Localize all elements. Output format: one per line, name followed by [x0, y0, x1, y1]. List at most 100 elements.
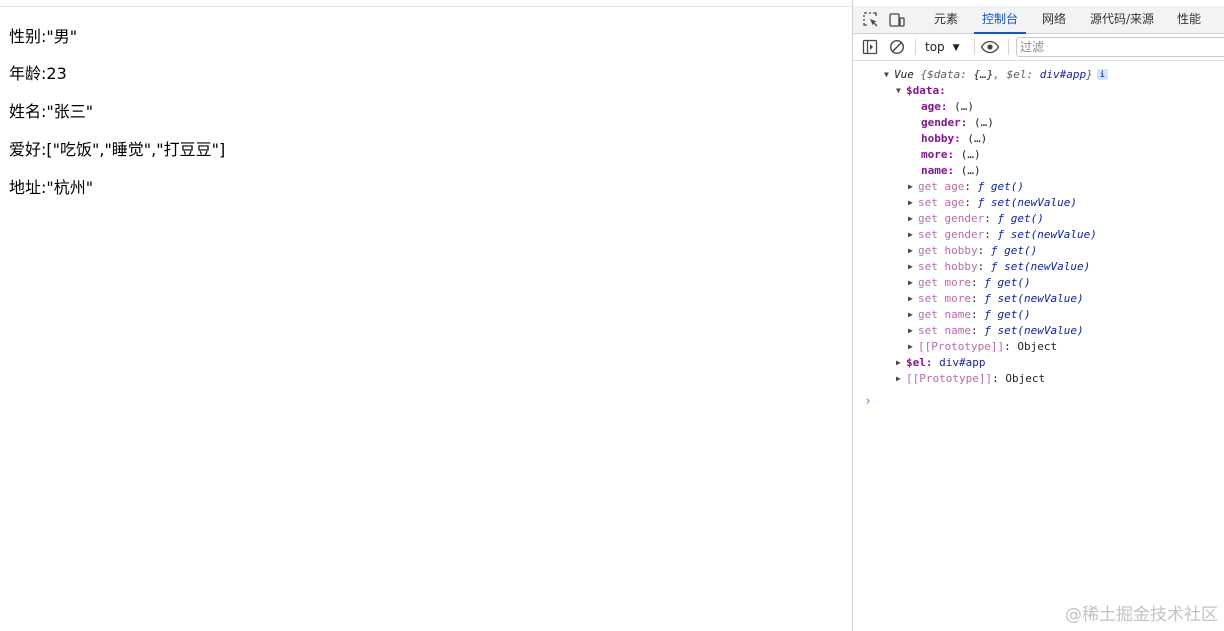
tab-sources[interactable]: 源代码/来源 — [1090, 6, 1154, 33]
property-row[interactable]: age: (…) — [921, 99, 974, 115]
expand-triangle-icon[interactable]: ▶ — [896, 371, 906, 387]
property-colon: : — [940, 100, 955, 113]
accessor-row[interactable]: ▶ set age: ƒ set(newValue) — [908, 195, 1077, 211]
accessor-colon: : — [970, 324, 985, 337]
summary-comma: , — [993, 68, 1007, 81]
context-selector[interactable]: top ▼ — [925, 38, 960, 56]
live-expression-eye-icon[interactable] — [980, 38, 1000, 56]
context-label: top — [925, 40, 945, 54]
function-signature: set(newValue) — [990, 196, 1077, 209]
accessor-row[interactable]: ▶ set more: ƒ set(newValue) — [908, 291, 1084, 307]
accessor-row[interactable]: ▶ get gender: ƒ get() — [908, 211, 1044, 227]
property-row[interactable]: more: (…) — [921, 147, 981, 163]
property-value: Object — [1005, 372, 1046, 385]
summary-brace: } — [1086, 68, 1093, 81]
property-key: hobby — [921, 132, 955, 145]
property-row[interactable]: hobby: (…) — [921, 131, 987, 147]
function-signature: get() — [1004, 244, 1038, 257]
lazy-value[interactable]: (…) — [954, 100, 974, 113]
summary-key: $el — [1006, 68, 1027, 81]
property-colon: : — [1004, 340, 1018, 353]
function-marker: ƒ — [984, 324, 991, 337]
console-prompt-icon[interactable]: › — [864, 394, 872, 409]
tab-performance[interactable]: 性能 — [1177, 6, 1201, 33]
expand-triangle-icon[interactable]: ▶ — [908, 211, 918, 227]
expand-triangle-icon[interactable]: ▼ — [884, 67, 894, 83]
expand-triangle-icon[interactable]: ▶ — [908, 291, 918, 307]
accessor-colon: : — [977, 260, 991, 273]
function-marker: ƒ — [984, 276, 991, 289]
property-colon: : — [947, 164, 961, 177]
tab-elements[interactable]: 元素 — [934, 6, 958, 33]
property-key: name — [921, 164, 948, 177]
lazy-value[interactable]: (…) — [967, 132, 987, 145]
expand-triangle-icon[interactable]: ▼ — [896, 83, 906, 99]
expand-triangle-icon[interactable]: ▶ — [908, 307, 918, 323]
data-prototype-row[interactable]: ▶ [[Prototype]]: Object — [908, 339, 1057, 355]
property-row[interactable]: name: (…) — [921, 163, 981, 179]
accessor-row[interactable]: ▶ get hobby: ƒ get() — [908, 243, 1037, 259]
accessor-row[interactable]: ▶ get name: ƒ get() — [908, 307, 1031, 323]
accessor-row[interactable]: ▶ get more: ƒ get() — [908, 275, 1031, 291]
accessor-colon: : — [970, 276, 985, 289]
toolbar-divider — [974, 39, 975, 55]
accessor-colon: : — [984, 212, 998, 225]
expand-triangle-icon[interactable]: ▶ — [908, 275, 918, 291]
expand-triangle-icon[interactable]: ▶ — [908, 195, 918, 211]
lazy-value[interactable]: (…) — [961, 148, 981, 161]
expand-triangle-icon[interactable]: ▶ — [908, 179, 918, 195]
property-value: Object — [1017, 340, 1058, 353]
clear-console-icon[interactable] — [888, 38, 906, 56]
accessor-label: set more — [918, 292, 971, 305]
object-class-name: Vue — [894, 68, 914, 81]
toolbar-divider — [915, 39, 916, 55]
gender-line: 性别:"男" — [9, 27, 78, 46]
function-signature: get() — [990, 180, 1024, 193]
expand-triangle-icon[interactable]: ▶ — [908, 227, 918, 243]
property-colon: : — [992, 372, 1006, 385]
hobby-line: 爱好:["吃饭","睡觉","打豆豆"] — [9, 140, 226, 159]
accessor-row[interactable]: ▶ set gender: ƒ set(newValue) — [908, 227, 1097, 243]
accessor-row[interactable]: ▶ set hobby: ƒ set(newValue) — [908, 259, 1090, 275]
data-row[interactable]: ▼ $data: — [896, 83, 946, 99]
property-key: $el — [906, 356, 926, 369]
root-prototype-row[interactable]: ▶ [[Prototype]]: Object — [896, 371, 1045, 387]
device-toolbar-icon[interactable] — [888, 11, 906, 29]
property-key: $data — [906, 84, 940, 97]
vue-object-row[interactable]: ▼ Vue {$data: {…}, $el: div#app} i — [884, 67, 1108, 83]
filter-input[interactable] — [1016, 37, 1224, 57]
devtools-panel: 元素 控制台 网络 源代码/来源 性能 top ▼ 过滤 ▼ Vue {$dat… — [852, 0, 1224, 631]
accessor-label: set hobby — [918, 260, 978, 273]
accessor-row[interactable]: ▶ set name: ƒ set(newValue) — [908, 323, 1084, 339]
accessor-colon: : — [970, 292, 985, 305]
property-key: more — [921, 148, 948, 161]
tab-console[interactable]: 控制台 — [973, 6, 1027, 34]
property-row[interactable]: gender: (…) — [921, 115, 994, 131]
accessor-colon: : — [977, 244, 991, 257]
accessor-label: set gender — [918, 228, 985, 241]
expand-triangle-icon[interactable]: ▶ — [908, 243, 918, 259]
info-icon[interactable]: i — [1096, 69, 1108, 80]
property-key: [[Prototype]] — [918, 340, 1005, 353]
accessor-row[interactable]: ▶ get age: ƒ get() — [908, 179, 1024, 195]
toolbar-divider — [1008, 39, 1009, 55]
expand-triangle-icon[interactable]: ▶ — [908, 339, 918, 355]
function-marker: ƒ — [984, 308, 991, 321]
function-signature: set(newValue) — [997, 324, 1084, 337]
accessor-colon: : — [984, 228, 998, 241]
expand-triangle-icon[interactable]: ▶ — [896, 355, 906, 371]
tab-network[interactable]: 网络 — [1042, 6, 1066, 33]
expand-triangle-icon[interactable]: ▶ — [908, 323, 918, 339]
dropdown-arrow-icon: ▼ — [952, 43, 960, 53]
el-row[interactable]: ▶ $el: div#app — [896, 355, 985, 371]
inspect-element-icon[interactable] — [862, 11, 880, 29]
devtools-tab-bar: 元素 控制台 网络 源代码/来源 性能 — [853, 6, 1224, 34]
accessor-colon: : — [964, 180, 978, 193]
lazy-value[interactable]: (…) — [961, 164, 981, 177]
expand-triangle-icon[interactable]: ▶ — [908, 259, 918, 275]
function-signature: get() — [1010, 212, 1044, 225]
sidebar-toggle-icon[interactable] — [861, 38, 879, 56]
function-signature: set(newValue) — [1004, 260, 1091, 273]
lazy-value[interactable]: (…) — [974, 116, 994, 129]
